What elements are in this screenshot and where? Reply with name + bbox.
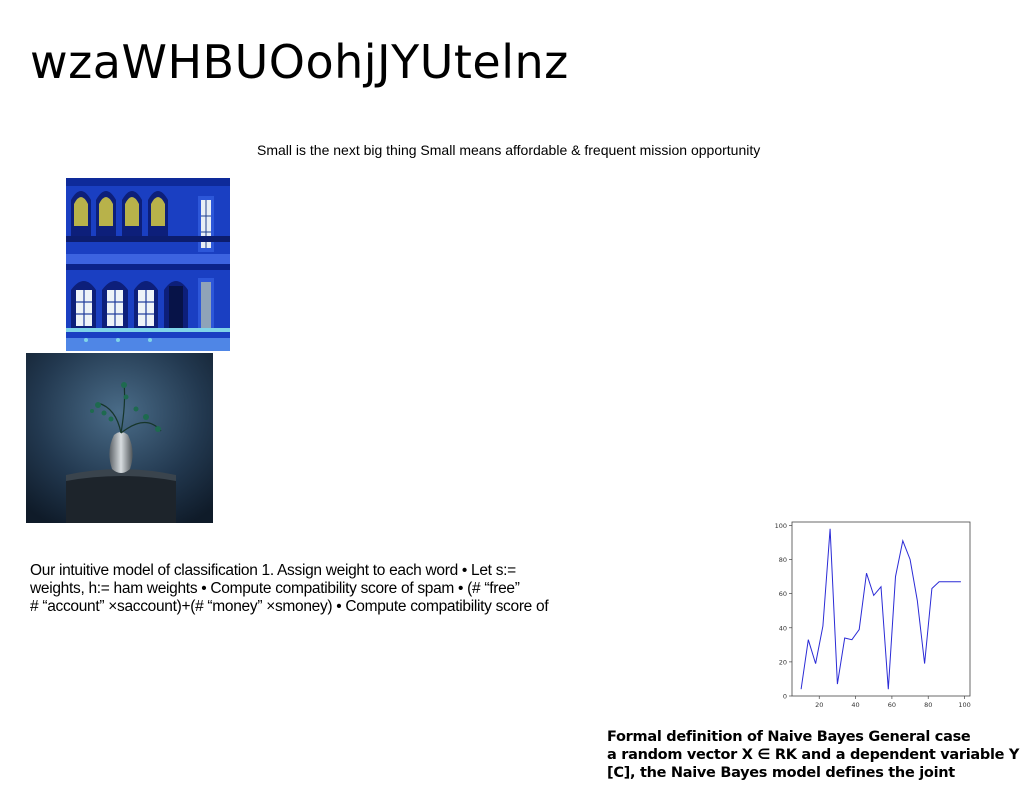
x-tick-label: 100: [958, 701, 970, 709]
formal-line: a random vector X ∈ RK and a dependent v…: [607, 747, 1020, 763]
x-tick-label: 40: [851, 701, 859, 709]
y-tick-label: 40: [779, 624, 787, 632]
slide-title: wzaWHBUOohjJYUtelnz: [30, 35, 569, 89]
slide-subtitle: Small is the next big thing Small means …: [257, 142, 761, 158]
vase-image: [26, 353, 213, 523]
body-line: weights, h:= ham weights • Compute compa…: [30, 580, 520, 597]
y-tick-label: 60: [779, 590, 787, 598]
line-chart: 0 20 40 60 80 100 20 40 60 80 100: [775, 521, 971, 709]
building-image: [66, 178, 230, 351]
formal-line: [C], the Naive Bayes model defines the j…: [607, 765, 955, 781]
formal-definition: Formal definition of Naive Bayes General…: [607, 728, 1019, 782]
plot-frame: [791, 521, 971, 697]
x-tick-label: 20: [815, 701, 823, 709]
x-tick-label: 60: [888, 701, 896, 709]
series-line: [800, 528, 961, 690]
body-line: Our intuitive model of classification 1.…: [30, 562, 516, 579]
x-tick-label: 80: [924, 701, 932, 709]
y-tick-label: 0: [783, 693, 787, 701]
formal-line: Formal definition of Naive Bayes General…: [607, 729, 971, 745]
y-tick-label: 20: [779, 658, 787, 666]
y-tick-label: 100: [775, 522, 787, 530]
body-text: Our intuitive model of classification 1.…: [30, 562, 590, 616]
body-line: # “account” ×saccount)+(# “money” ×smone…: [30, 598, 549, 615]
y-tick-label: 80: [779, 556, 787, 564]
